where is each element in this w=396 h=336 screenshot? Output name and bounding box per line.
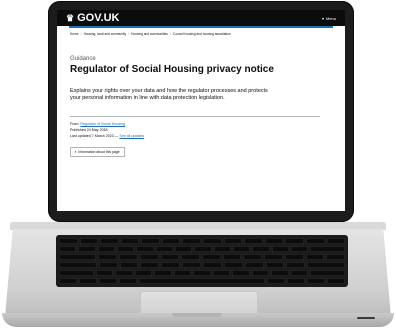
page-summary: Explains your rights over your data and … (70, 88, 268, 101)
page-caption: Guidance (70, 56, 96, 62)
organisation-link[interactable]: Regulator of Social Housing (80, 122, 125, 126)
breadcrumb-separator-icon: › (128, 32, 130, 36)
updated-date: Last updated 7 March 2023 — (70, 133, 119, 138)
divider (70, 116, 320, 117)
breadcrumb-link[interactable]: Home (70, 32, 79, 36)
menu-label: Menu (325, 15, 336, 21)
status-led (357, 317, 375, 319)
info-button-label: Information about this page (78, 149, 120, 154)
info-about-page-button[interactable]: ▪ Information about this page (70, 146, 125, 157)
main-content: Home › Housing, local and community › Housin… (57, 28, 345, 162)
breadcrumb-separator-icon: › (169, 32, 171, 36)
laptop-hinge (10, 222, 386, 230)
metadata: From: Regulator of Social Housing Publis… (70, 121, 332, 139)
govuk-header: ♛ GOV.UK ▾ Menu (57, 10, 345, 26)
chevron-down-icon: ▾ (321, 15, 324, 21)
brand-text: GOV.UK (77, 12, 120, 24)
crown-icon: ♛ (66, 12, 75, 23)
menu-button[interactable]: ▾ Menu (322, 16, 336, 21)
breadcrumb-link[interactable]: Housing, local and community (84, 32, 127, 36)
govuk-logo[interactable]: ♛ GOV.UK (66, 12, 119, 24)
from-label: From: (70, 121, 80, 126)
breadcrumb-link[interactable]: Council housing and housing association (173, 32, 231, 36)
breadcrumb-link[interactable]: Housing and communities (131, 32, 168, 36)
page-title: Regulator of Social Housing privacy noti… (70, 64, 274, 75)
print-icon: ▪ (75, 149, 77, 154)
laptop-screen: ♛ GOV.UK ▾ Menu Home › Housing, local and … (57, 10, 345, 211)
keyboard (56, 235, 348, 287)
breadcrumb: Home › Housing, local and community › Housin… (70, 32, 332, 36)
lid-notch (172, 313, 222, 317)
see-all-updates-link[interactable]: See all updates (119, 134, 144, 138)
breadcrumb-separator-icon: › (80, 32, 82, 36)
trackpad (140, 291, 258, 315)
